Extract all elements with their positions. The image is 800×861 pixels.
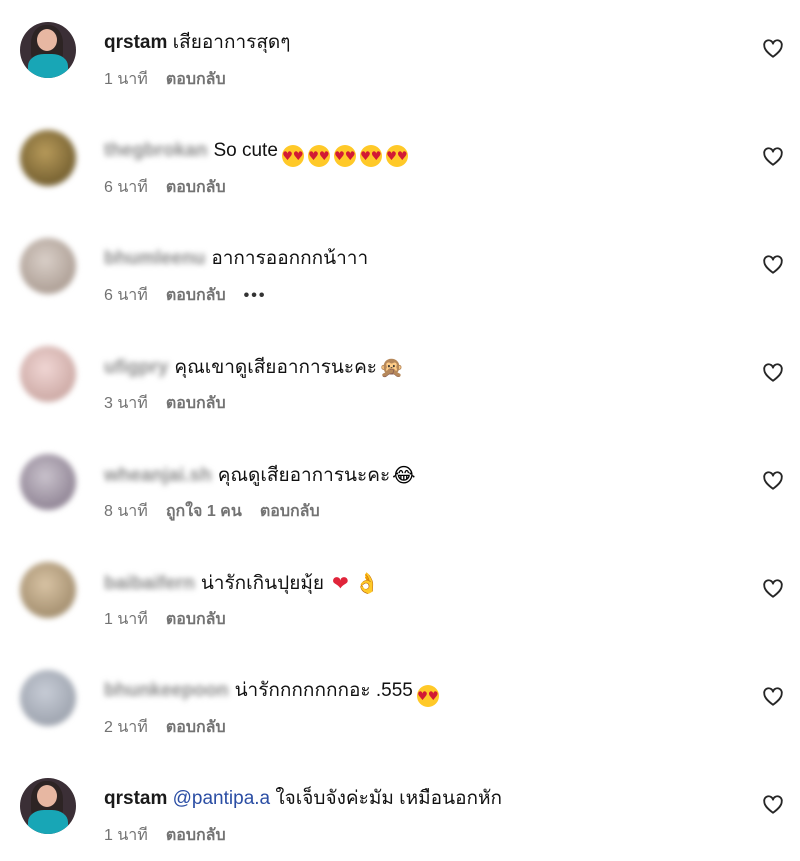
comment-item: baibaifernน่ารักเกินปุยมุ้ย❤️👌❤👌1 นาทีตอ… <box>0 562 800 662</box>
comment-meta: 1 นาที ตอบกลับ <box>104 609 244 631</box>
comment-body: qrstam เสียอาการสุดๆ <box>104 30 290 56</box>
comment-text: น่ารักกกกกกกอะ .555 <box>234 680 413 701</box>
comment-timestamp: 8 นาที <box>104 503 148 520</box>
comment-username[interactable]: qrstam <box>104 788 167 809</box>
heart-outline-icon[interactable] <box>762 470 784 492</box>
avatar[interactable] <box>20 670 76 726</box>
reply-button[interactable]: ตอบกลับ <box>166 395 226 412</box>
reply-button[interactable]: ตอบกลับ <box>166 611 226 628</box>
comment-item: bhunkeepoonน่ารักกกกกกกอะ .555😍♥♥ 2 นาที ต… <box>0 670 800 770</box>
comment-timestamp: 2 นาที <box>104 719 148 736</box>
reply-button[interactable]: ตอบกลับ <box>166 179 226 196</box>
reply-button[interactable]: ตอบกลับ <box>166 719 226 736</box>
comment-list: qrstam เสียอาการสุดๆ 1 นาที ตอบกลับ thegbro… <box>0 0 800 861</box>
comment-timestamp: 6 นาที <box>104 179 148 196</box>
comment-username[interactable]: wheanjai.sh <box>104 463 212 489</box>
avatar[interactable] <box>20 454 76 510</box>
heart-outline-icon[interactable] <box>762 686 784 708</box>
heart-outline-icon[interactable] <box>762 146 784 168</box>
comment-meta: 6 นาที ตอบกลับ ••• <box>104 285 284 307</box>
heart-outline-icon[interactable] <box>762 254 784 276</box>
heart-eyes-emoji: ♥♥ <box>416 685 439 707</box>
red-heart-emoji: ❤ <box>332 571 349 595</box>
comment-text: คุณดูเสียอาการนะคะ <box>217 465 391 486</box>
comment-username[interactable]: ufigpry <box>104 355 168 381</box>
comment-body: qrstam @pantipa.a ใจเจ็บจังค่ะมัม เหมือน… <box>104 786 502 812</box>
like-count[interactable]: ถูกใจ 1 คน <box>166 503 242 520</box>
comment-meta: 1 นาที ตอบกลับ <box>104 825 244 847</box>
avatar[interactable] <box>20 22 76 78</box>
avatar[interactable] <box>20 346 76 402</box>
comment-body: wheanjai.shคุณดูเสียอาการนะคะ😂😂 <box>104 462 416 489</box>
comment-timestamp: 3 นาที <box>104 395 148 412</box>
heart-eyes-emoji: ♥♥ <box>359 145 382 167</box>
comment-meta: 8 นาที ถูกใจ 1 คน ตอบกลับ <box>104 501 338 523</box>
comment-text: So cute <box>213 140 278 161</box>
comment-username[interactable]: baibaifern <box>104 571 195 597</box>
mention-link[interactable]: @pantipa.a <box>173 788 270 809</box>
reply-button[interactable]: ตอบกลับ <box>166 71 226 88</box>
heart-outline-icon[interactable] <box>762 38 784 60</box>
comment-item: qrstam เสียอาการสุดๆ 1 นาที ตอบกลับ <box>0 22 800 122</box>
comment-meta: 3 นาที ตอบกลับ <box>104 393 244 415</box>
comment-text: เสียอาการสุดๆ <box>172 32 291 53</box>
comment-timestamp: 6 นาที <box>104 287 148 304</box>
heart-eyes-emoji: ♥♥ <box>281 145 304 167</box>
more-dots-icon[interactable]: ••• <box>244 287 267 304</box>
comment-meta: 1 นาที ตอบกลับ <box>104 69 244 91</box>
comment-text: น่ารักเกินปุยมุ้ย <box>200 573 325 594</box>
heart-outline-icon[interactable] <box>762 362 784 384</box>
comment-body: baibaifernน่ารักเกินปุยมุ้ย❤️👌❤👌 <box>104 570 380 597</box>
reply-button[interactable]: ตอบกลับ <box>166 827 226 844</box>
reply-button[interactable]: ตอบกลับ <box>166 287 226 304</box>
speak-no-evil-monkey-emoji: 🙊 <box>379 355 404 379</box>
comment-body: bhumleenu อาการออกกกน้าาา <box>104 246 368 272</box>
avatar[interactable] <box>20 238 76 294</box>
comment-timestamp: 1 นาที <box>104 827 148 844</box>
tears-of-joy-emoji: 😂 <box>392 463 416 487</box>
comment-username[interactable]: bhunkeepoon <box>104 678 229 704</box>
comment-text: ใจเจ็บจังค่ะมัม เหมือนอกหัก <box>275 788 503 809</box>
heart-outline-icon[interactable] <box>762 578 784 600</box>
heart-eyes-emoji: ♥♥ <box>307 145 330 167</box>
heart-eyes-emoji: ♥♥ <box>333 145 356 167</box>
comment-timestamp: 1 นาที <box>104 71 148 88</box>
comment-body: bhunkeepoonน่ารักกกกกกกอะ .555😍♥♥ <box>104 678 439 707</box>
comment-body: ufigpryคุณเขาดูเสียอาการนะคะ🙊🙊 <box>104 354 404 381</box>
avatar[interactable] <box>20 130 76 186</box>
comment-item: bhumleenu อาการออกกกน้าาา 6 นาที ตอบกลับ ••• <box>0 238 800 338</box>
comment-body: thegbrokanSo cute😍😍😍😍😍♥♥♥♥♥♥♥♥♥♥ <box>104 138 408 167</box>
comment-timestamp: 1 นาที <box>104 611 148 628</box>
avatar[interactable] <box>20 778 76 834</box>
comment-username[interactable]: bhumleenu <box>104 246 205 272</box>
comment-username[interactable]: thegbrokan <box>104 138 207 164</box>
reply-button[interactable]: ตอบกลับ <box>260 503 320 520</box>
avatar[interactable] <box>20 562 76 618</box>
comment-text: อาการออกกกน้าาา <box>211 248 369 269</box>
comment-item: wheanjai.shคุณดูเสียอาการนะคะ😂😂 8 นาที ถูก… <box>0 454 800 554</box>
comment-meta: 2 นาที ตอบกลับ <box>104 717 244 739</box>
comment-text: คุณเขาดูเสียอาการนะคะ <box>174 357 378 378</box>
ok-hand-emoji: 👌 <box>354 571 380 595</box>
comment-item: ufigpryคุณเขาดูเสียอาการนะคะ🙊🙊3 นาทีตอบก… <box>0 346 800 446</box>
comment-item: qrstam @pantipa.a ใจเจ็บจังค่ะมัม เหมือน… <box>0 778 800 861</box>
heart-eyes-emoji: ♥♥ <box>385 145 408 167</box>
comment-item: thegbrokanSo cute😍😍😍😍😍♥♥♥♥♥♥♥♥♥♥6 นาทีตอ… <box>0 130 800 230</box>
comment-username[interactable]: qrstam <box>104 32 167 53</box>
comment-meta: 6 นาที ตอบกลับ <box>104 177 244 199</box>
heart-outline-icon[interactable] <box>762 794 784 816</box>
